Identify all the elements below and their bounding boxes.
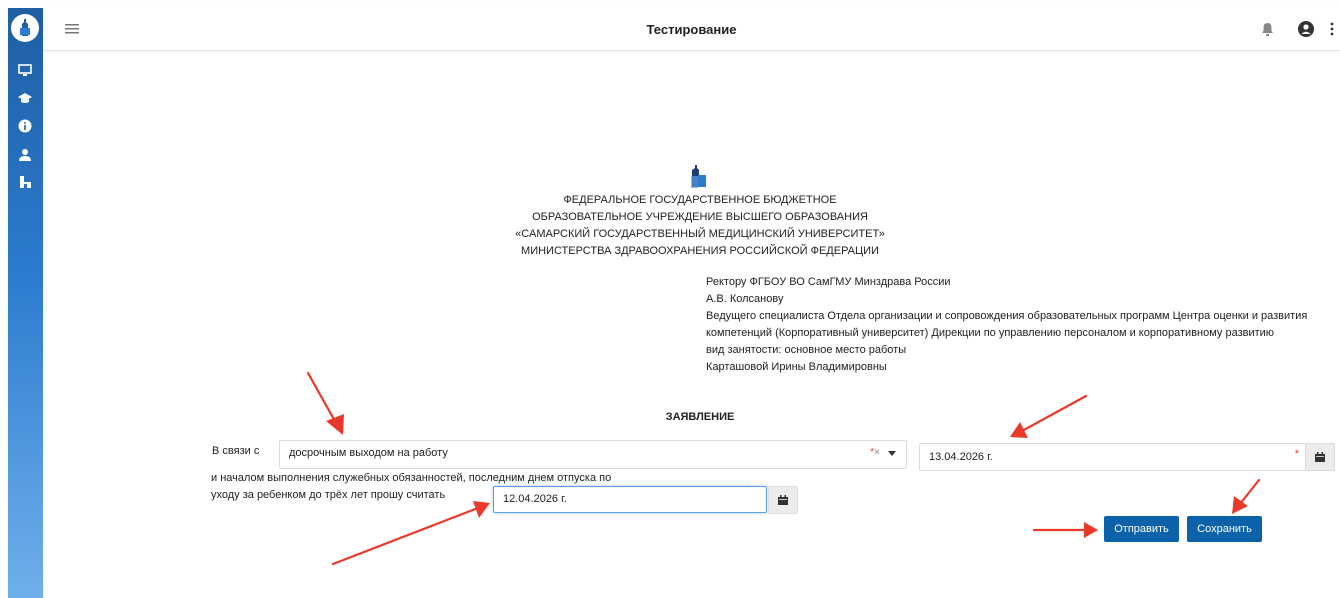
arrow-annotation xyxy=(331,501,490,566)
addressee-line: Ректору ФГБОУ ВО СамГМУ Минздрава России xyxy=(706,276,951,288)
calendar-icon xyxy=(1315,452,1325,462)
reason-label: В связи с xyxy=(212,445,260,457)
send-button[interactable]: Отправить xyxy=(1104,516,1179,542)
top-bar: Тестирование xyxy=(43,8,1340,51)
org-line: МИНИСТЕРСТВА ЗДРАВООХРАНЕНИЯ РОССИЙСКОЙ … xyxy=(521,245,879,257)
document-logo-icon xyxy=(688,164,708,193)
bell-icon[interactable] xyxy=(1261,22,1274,39)
addressee-line: Карташовой Ирины Владимировны xyxy=(706,361,887,373)
addressee-line: Ведущего специалиста Отдела организации … xyxy=(706,310,1308,339)
user-icon[interactable] xyxy=(17,146,33,162)
organization-header: ФЕДЕРАЛЬНОЕ ГОСУДАРСТВЕННОЕ БЮДЖЕТНОЕ ОБ… xyxy=(460,192,940,260)
reason-value: досрочным выходом на работу xyxy=(289,447,448,459)
more-vert-icon[interactable] xyxy=(1330,22,1334,39)
save-button[interactable]: Сохранить xyxy=(1187,516,1262,542)
chevron-down-icon[interactable] xyxy=(888,451,896,456)
addressee-line: А.В. Колсанову xyxy=(706,293,784,305)
clear-icon[interactable]: × xyxy=(874,447,880,458)
calendar-button[interactable] xyxy=(768,486,798,514)
required-mark: * xyxy=(1294,448,1299,460)
page-title: Тестирование xyxy=(646,22,737,37)
graduation-cap-icon[interactable] xyxy=(17,90,33,106)
sidebar xyxy=(8,8,43,598)
org-line: «САМАРСКИЙ ГОСУДАРСТВЕННЫЙ МЕДИЦИНСКИЙ У… xyxy=(515,228,885,240)
arrow-annotation xyxy=(306,371,344,435)
arrow-annotation xyxy=(1232,478,1261,514)
last-day-date-field[interactable]: 12.04.2026 г. xyxy=(493,486,767,513)
info-icon[interactable] xyxy=(17,118,33,134)
statement-heading: ЗАЯВЛЕНИЕ xyxy=(665,411,735,423)
addressee-block: Ректору ФГБОУ ВО СамГМУ Минздрава России… xyxy=(706,274,1316,376)
addressee-line: вид занятости: основное место работы xyxy=(706,344,907,356)
org-line: ОБРАЗОВАТЕЛЬНОЕ УЧРЕЖДЕНИЕ ВЫСШЕГО ОБРАЗ… xyxy=(532,211,868,223)
university-logo-icon[interactable] xyxy=(11,14,39,42)
calendar-button[interactable] xyxy=(1305,443,1335,471)
reason-select[interactable]: досрочным выходом на работу *× xyxy=(279,440,907,469)
clear-selection[interactable]: *× xyxy=(870,447,880,458)
org-line: ФЕДЕРАЛЬНОЕ ГОСУДАРСТВЕННОЕ БЮДЖЕТНОЕ xyxy=(563,194,837,206)
account-icon[interactable] xyxy=(1298,21,1314,40)
last-day-date-value: 12.04.2026 г. xyxy=(503,493,567,505)
start-date-field[interactable]: 13.04.2026 г. * xyxy=(919,443,1306,471)
calendar-icon xyxy=(778,495,788,505)
arrow-annotation xyxy=(1032,522,1098,538)
start-date-value: 13.04.2026 г. xyxy=(929,451,993,463)
monitor-icon[interactable] xyxy=(17,62,33,78)
structure-icon[interactable] xyxy=(17,174,33,190)
